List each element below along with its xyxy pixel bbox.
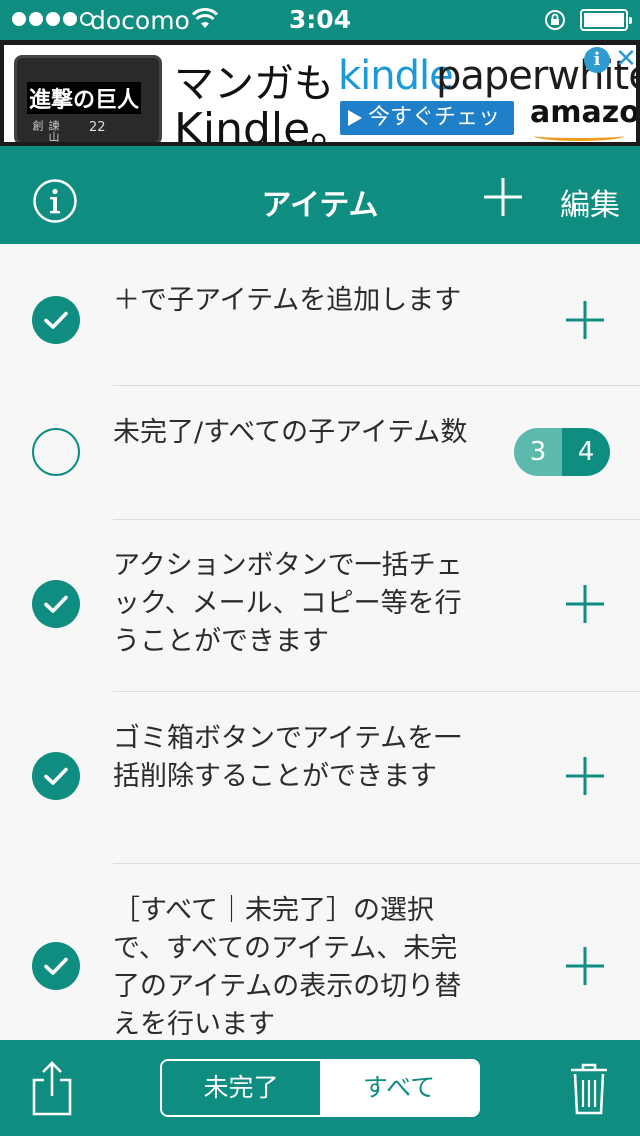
filter-segmented-control[interactable]: 未完了 すべて [160, 1059, 480, 1117]
rotation-lock-icon [545, 10, 565, 30]
amazon-smile-icon [534, 131, 624, 141]
item-text: ＋で子アイテムを追加します [113, 285, 462, 316]
ad-cta-button[interactable]: 今すぐチェック [340, 101, 514, 142]
ad-cover-author: 諫山創 [31, 120, 60, 142]
child-count-badge: 3 4 [514, 428, 610, 476]
item-text: 未完了/すべての子アイテム数 [113, 417, 468, 448]
checkmark-icon[interactable] [32, 942, 80, 990]
checkmark-icon[interactable] [32, 296, 80, 344]
battery-icon [580, 9, 632, 31]
item-text: アクションボタンで一括チェック、メール、コピー等を行うことができます [113, 550, 463, 657]
ad-banner[interactable]: 進撃の巨人 諫山創 22 マンガも Kindle。 kindle paperwh… [0, 40, 640, 146]
incomplete-count: 3 [514, 428, 562, 476]
ad-amazon-logo: amazon [530, 95, 640, 130]
ad-info-icon[interactable]: i [584, 47, 610, 73]
add-child-plus-icon[interactable] [566, 947, 604, 985]
plus-icon[interactable] [484, 178, 522, 216]
bottom-toolbar: 未完了 すべて [0, 1040, 640, 1136]
status-bar: docomo 3:04 [0, 0, 640, 40]
list-item[interactable]: アクションボタンで一括チェック、メール、コピー等を行うことができます [0, 520, 640, 692]
checkmark-icon[interactable] [32, 752, 80, 800]
item-text: ［すべて｜未完了］の選択で、すべてのアイテム、未完了のアイテムの表示の切り替えを… [113, 895, 462, 1040]
ad-cover-volume: 22 [89, 120, 106, 135]
share-icon[interactable] [30, 1060, 74, 1116]
checkmark-icon[interactable] [32, 580, 80, 628]
total-count: 4 [562, 428, 610, 476]
nav-bar: アイテム 編集 [0, 146, 640, 244]
edit-button[interactable]: 編集 [560, 180, 620, 224]
ad-cover-title: 進撃の巨人 [27, 82, 142, 114]
segment-incomplete[interactable]: 未完了 [162, 1061, 320, 1115]
list-item[interactable]: 未完了/すべての子アイテム数 3 4 [0, 386, 640, 520]
list-item[interactable]: ＋で子アイテムを追加します [0, 244, 640, 386]
ad-headline-line2: Kindle。 [174, 104, 355, 146]
trash-icon[interactable] [568, 1060, 610, 1116]
unchecked-circle-icon[interactable] [32, 428, 80, 476]
item-list[interactable]: ＋で子アイテムを追加します 未完了/すべての子アイテム数 3 4 アクションボタ… [0, 244, 640, 1040]
ad-close-icon[interactable]: ✕ [614, 45, 636, 73]
add-child-plus-icon[interactable] [566, 585, 604, 623]
item-text: ゴミ箱ボタンでアイテムを一括削除することができます [113, 723, 462, 792]
add-child-plus-icon[interactable] [566, 757, 604, 795]
add-child-plus-icon[interactable] [566, 301, 604, 339]
ad-book-cover: 進撃の巨人 諫山創 22 [14, 55, 162, 142]
segment-all[interactable]: すべて [320, 1061, 478, 1115]
list-item[interactable]: ゴミ箱ボタンでアイテムを一括削除することができます [0, 692, 640, 864]
list-item[interactable]: ［すべて｜未完了］の選択で、すべてのアイテム、未完了のアイテムの表示の切り替えを… [0, 864, 640, 1040]
page-title: アイテム [261, 188, 379, 223]
